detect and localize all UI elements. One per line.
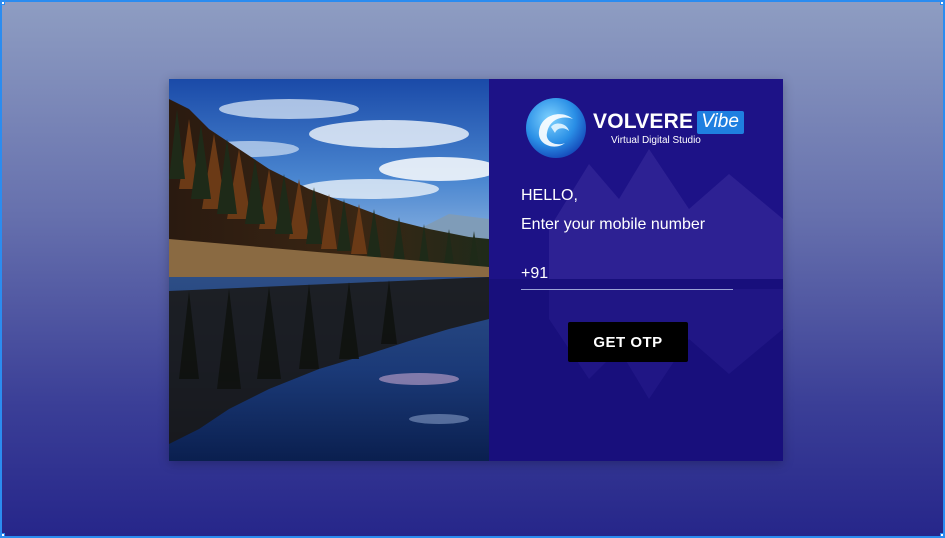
greeting-text: HELLO, bbox=[521, 187, 578, 204]
login-panel: VOLVERE Vibe Virtual Digital Studio HELL… bbox=[489, 79, 783, 461]
landscape-image bbox=[169, 79, 489, 461]
selection-handle[interactable] bbox=[2, 533, 5, 536]
selection-handle[interactable] bbox=[940, 2, 943, 5]
mobile-prompt: Enter your mobile number bbox=[521, 216, 706, 233]
canvas: VOLVERE Vibe Virtual Digital Studio HELL… bbox=[0, 0, 945, 538]
swirl-orb-logo-icon bbox=[526, 98, 586, 158]
login-card: VOLVERE Vibe Virtual Digital Studio HELL… bbox=[169, 79, 783, 461]
get-otp-button[interactable]: GET OTP bbox=[568, 322, 688, 362]
brand-tag: Vibe bbox=[697, 110, 744, 134]
brand-logo: VOLVERE Vibe Virtual Digital Studio bbox=[525, 97, 744, 159]
brand-subtitle: Virtual Digital Studio bbox=[611, 135, 701, 146]
selection-handle[interactable] bbox=[940, 533, 943, 536]
country-code-prefix: +91 bbox=[521, 265, 549, 282]
mobile-number-input[interactable]: +91 bbox=[521, 263, 733, 290]
brand-name: VOLVERE bbox=[593, 110, 694, 133]
selection-handle[interactable] bbox=[2, 2, 5, 5]
